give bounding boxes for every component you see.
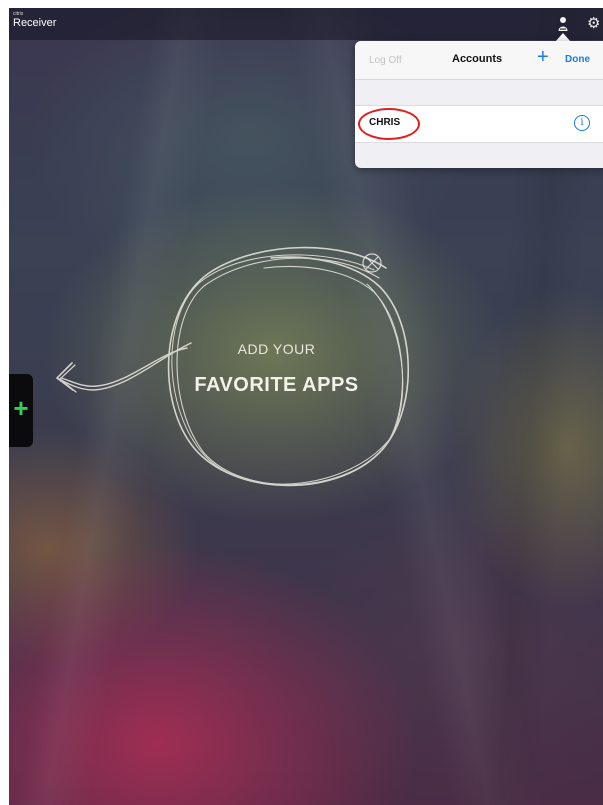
popover-header: Log Off Accounts + Done <box>355 41 603 80</box>
empty-state-line2: FAVORITE APPS <box>194 374 359 396</box>
info-icon[interactable]: i <box>574 115 590 131</box>
plus-icon: + <box>13 393 29 423</box>
red-highlight-circle <box>358 108 420 140</box>
done-button[interactable]: Done <box>565 54 590 65</box>
person-icon[interactable] <box>556 15 570 33</box>
log-off-button[interactable]: Log Off <box>369 55 402 66</box>
add-account-button[interactable]: + <box>537 47 549 67</box>
top-bar: citrix Receiver ⚙ <box>9 8 603 40</box>
app-title: Receiver <box>13 17 57 29</box>
gear-icon[interactable]: ⚙ <box>587 15 603 33</box>
app-logo: citrix Receiver <box>13 11 56 30</box>
accounts-popover: Log Off Accounts + Done CHRIS i <box>355 41 603 168</box>
receiver-home-screen: ADD YOUR FAVORITE APPS + citrix Receiver… <box>9 8 603 805</box>
add-apps-side-tab[interactable]: + <box>9 374 33 447</box>
account-row[interactable]: CHRIS i <box>355 105 603 143</box>
empty-state-line1: ADD YOUR <box>237 341 316 357</box>
person-icon-glyph <box>558 17 568 31</box>
popover-title: Accounts <box>452 53 503 65</box>
